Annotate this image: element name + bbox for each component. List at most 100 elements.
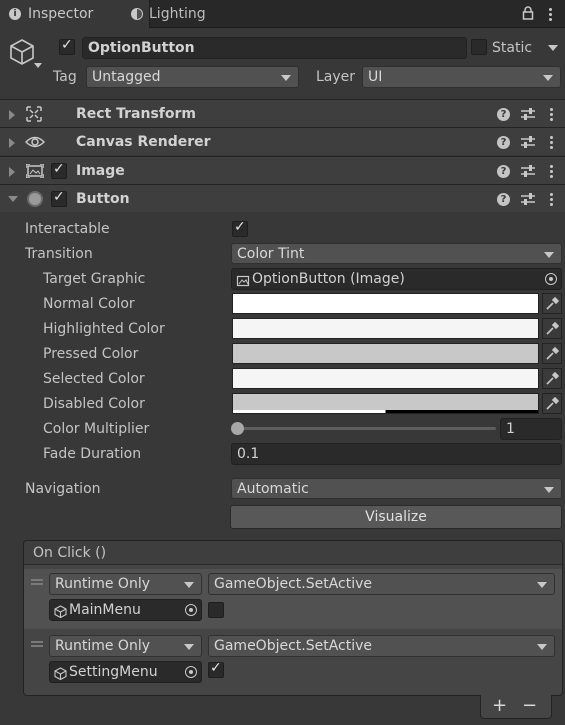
component-name: Button xyxy=(76,191,130,207)
event-2-target-field[interactable]: SettingMenu xyxy=(49,661,202,683)
check-icon: ✓ xyxy=(210,660,222,676)
foldout-arrow-icon[interactable] xyxy=(9,138,15,148)
drag-handle-icon[interactable] xyxy=(31,641,43,647)
component-button[interactable]: ✓ Button ? xyxy=(0,184,565,212)
transition-dropdown[interactable]: Color Tint xyxy=(231,243,562,264)
color-multiplier-slider-handle[interactable] xyxy=(231,422,244,435)
event-2-mode-dropdown[interactable]: Runtime Only xyxy=(49,635,202,657)
event-1-function-dropdown[interactable]: GameObject.SetActive xyxy=(208,573,555,595)
component-menu-icon[interactable] xyxy=(550,193,554,208)
event-1-mode-dropdown[interactable]: Runtime Only xyxy=(49,573,202,595)
eyedropper-button[interactable] xyxy=(542,368,562,389)
chevron-down-icon xyxy=(184,644,194,650)
event-function: GameObject.SetActive xyxy=(214,638,373,654)
fade-duration-label: Fade Duration xyxy=(43,446,142,462)
static-label: Static xyxy=(492,40,533,56)
gameobject-active-checkbox[interactable]: ✓ xyxy=(59,37,75,55)
button-enabled-checkbox[interactable]: ✓ xyxy=(51,189,67,207)
fade-duration-field[interactable]: 0.1 xyxy=(231,443,562,465)
normal-color-swatch[interactable] xyxy=(232,293,539,314)
tab-lighting-label: Lighting xyxy=(149,6,206,22)
chevron-down-icon xyxy=(544,487,554,493)
component-canvas-renderer[interactable]: Canvas Renderer ? xyxy=(0,127,565,155)
object-picker-icon[interactable] xyxy=(185,604,197,616)
component-image[interactable]: ✓ Image ? xyxy=(0,156,565,184)
static-dropdown-icon[interactable] xyxy=(548,45,558,51)
help-icon[interactable]: ? xyxy=(497,165,510,178)
target-graphic-label: Target Graphic xyxy=(43,271,146,287)
rect-transform-icon xyxy=(26,106,42,122)
object-picker-icon[interactable] xyxy=(545,273,557,285)
eyedropper-button[interactable] xyxy=(542,343,562,364)
component-name: Rect Transform xyxy=(76,106,197,122)
onclick-title: On Click () xyxy=(33,545,107,561)
layer-dropdown[interactable]: UI xyxy=(362,66,561,88)
help-icon[interactable]: ? xyxy=(497,193,510,206)
highlighted-color-swatch[interactable] xyxy=(232,318,539,339)
tag-value: Untagged xyxy=(92,69,161,85)
help-icon[interactable]: ? xyxy=(497,136,510,149)
presets-icon[interactable] xyxy=(521,107,535,121)
static-checkbox[interactable] xyxy=(471,39,487,55)
component-menu-icon[interactable] xyxy=(550,165,554,180)
tab-lighting[interactable]: Lighting xyxy=(121,0,269,28)
remove-event-button[interactable]: − xyxy=(522,696,537,716)
eyedropper-button[interactable] xyxy=(542,293,562,314)
navigation-dropdown[interactable]: Automatic xyxy=(231,478,562,499)
eyedropper-icon xyxy=(546,397,559,410)
lock-icon[interactable] xyxy=(522,6,534,20)
drag-handle-icon[interactable] xyxy=(31,579,43,585)
event-1-target-field[interactable]: MainMenu xyxy=(49,599,202,621)
event-1-argument-checkbox[interactable] xyxy=(208,602,224,618)
presets-icon[interactable] xyxy=(521,135,535,149)
chevron-down-icon xyxy=(184,582,194,588)
eyedropper-icon xyxy=(546,297,559,310)
image-icon xyxy=(25,163,45,179)
pressed-color-swatch[interactable] xyxy=(232,343,539,364)
eyedropper-button[interactable] xyxy=(542,318,562,339)
eye-icon xyxy=(24,134,46,150)
eyedropper-icon xyxy=(546,347,559,360)
disabled-color-swatch[interactable] xyxy=(232,393,539,414)
add-event-button[interactable]: + xyxy=(492,696,507,716)
button-icon xyxy=(27,191,43,207)
event-2-argument-checkbox[interactable]: ✓ xyxy=(208,660,224,678)
chevron-down-icon xyxy=(281,75,291,81)
selected-color-swatch[interactable] xyxy=(232,368,539,389)
image-enabled-checkbox[interactable]: ✓ xyxy=(51,161,67,179)
color-multiplier-label: Color Multiplier xyxy=(43,421,150,437)
event-target: MainMenu xyxy=(69,602,141,618)
color-multiplier-field[interactable]: 1 xyxy=(500,418,562,440)
lighting-icon xyxy=(131,8,143,20)
event-2-function-dropdown[interactable]: GameObject.SetActive xyxy=(208,635,555,657)
eyedropper-button[interactable] xyxy=(542,393,562,414)
component-rect-transform[interactable]: Rect Transform ? xyxy=(0,99,565,127)
foldout-arrow-icon[interactable] xyxy=(8,196,18,202)
foldout-arrow-icon[interactable] xyxy=(9,110,15,120)
gameobject-icon xyxy=(54,604,67,619)
presets-icon[interactable] xyxy=(521,192,535,206)
help-icon[interactable]: ? xyxy=(497,108,510,121)
tab-menu-icon[interactable] xyxy=(549,8,553,23)
foldout-arrow-icon[interactable] xyxy=(9,167,15,177)
object-picker-icon[interactable] xyxy=(185,666,197,678)
color-multiplier-slider-track[interactable] xyxy=(237,427,496,430)
gameobject-name-field[interactable]: OptionButton xyxy=(82,37,467,59)
tag-dropdown[interactable]: Untagged xyxy=(86,66,299,88)
component-menu-icon[interactable] xyxy=(550,136,554,151)
normal-color-label: Normal Color xyxy=(43,296,135,312)
presets-icon[interactable] xyxy=(521,164,535,178)
layer-label: Layer xyxy=(316,69,356,85)
target-graphic-field[interactable]: OptionButton (Image) xyxy=(231,268,562,290)
visualize-button[interactable]: Visualize xyxy=(230,505,562,529)
component-menu-icon[interactable] xyxy=(550,108,554,123)
check-icon: ✓ xyxy=(61,37,73,53)
gameobject-icon-dropdown[interactable] xyxy=(34,63,42,68)
interactable-checkbox[interactable]: ✓ xyxy=(232,219,248,237)
tab-inspector-label: Inspector xyxy=(28,6,94,22)
event-mode: Runtime Only xyxy=(55,576,150,592)
info-icon: i xyxy=(9,8,21,20)
tab-bar: i Inspector Lighting xyxy=(0,0,565,28)
gameobject-icon xyxy=(54,666,67,681)
component-name: Canvas Renderer xyxy=(76,134,211,150)
